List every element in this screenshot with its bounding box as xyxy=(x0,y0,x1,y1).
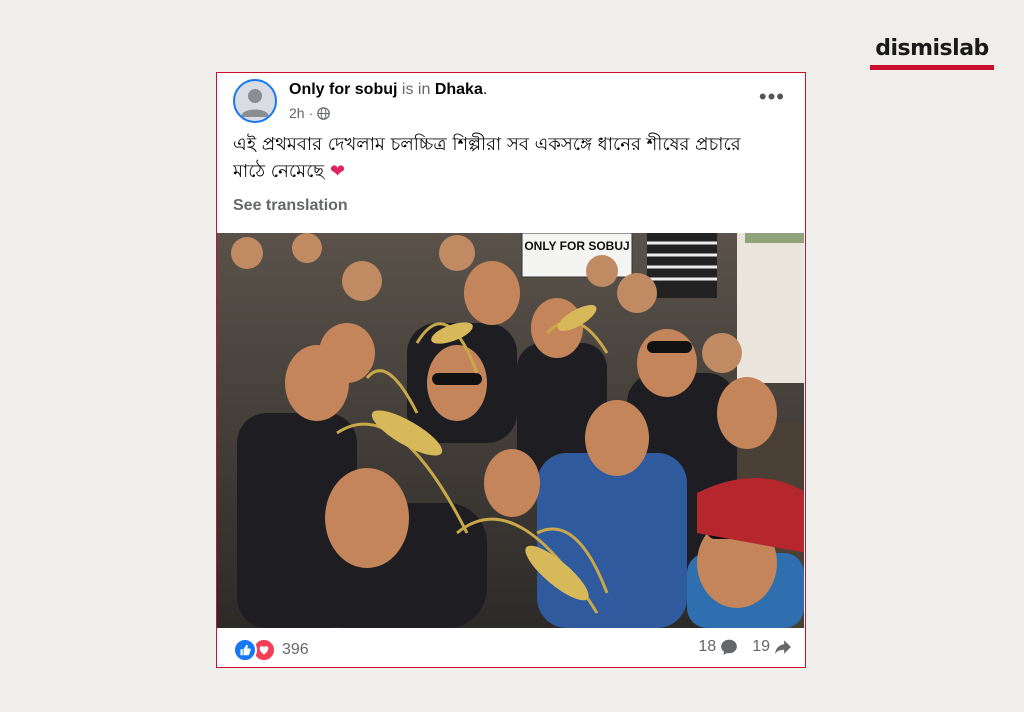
see-translation-link[interactable]: See translation xyxy=(233,197,348,215)
user-silhouette-icon xyxy=(241,89,269,117)
connector-text: is in xyxy=(401,81,431,98)
avatar[interactable] xyxy=(233,79,277,123)
sign-text: ONLY FOR SOBUJ xyxy=(524,239,629,253)
post-header: Only for sobuj is in Dhaka. xyxy=(289,81,488,98)
post-text: এই প্রথমবার দেখলাম চলচ্চিত্র শিল্পীরা সব… xyxy=(233,131,783,185)
comments-stat[interactable]: 18 xyxy=(698,638,738,656)
shares-count: 19 xyxy=(752,638,770,655)
facebook-post: Only for sobuj is in Dhaka. 2h · ••• এই … xyxy=(216,72,806,668)
brand-logo: dismislab xyxy=(870,36,994,70)
post-time[interactable]: 2h xyxy=(289,105,305,121)
meta-separator: · xyxy=(308,105,314,121)
heart-emoji-icon: ❤ xyxy=(329,161,346,182)
post-text-line1: এই প্রথমবার দেখলাম চলচ্চিত্র শিল্পীরা সব… xyxy=(233,134,741,155)
reactions-count: 396 xyxy=(282,641,309,658)
comment-icon xyxy=(721,639,738,655)
post-photo[interactable]: ONLY FOR SOBUJ xyxy=(217,233,804,628)
post-stats: 18 19 xyxy=(698,638,792,656)
more-options-button[interactable]: ••• xyxy=(759,86,785,108)
shares-stat[interactable]: 19 xyxy=(752,638,792,656)
post-text-line2: মাঠে নেমেছে xyxy=(233,161,325,182)
post-footer: 396 18 19 xyxy=(217,628,804,668)
comments-count: 18 xyxy=(698,638,717,655)
reactions-summary[interactable]: 396 xyxy=(233,638,309,662)
like-reaction-icon xyxy=(233,638,257,662)
globe-icon xyxy=(317,106,331,120)
share-icon xyxy=(775,640,791,655)
brand-name: dismislab xyxy=(875,36,989,61)
author-name[interactable]: Only for sobuj xyxy=(289,81,397,98)
location-link[interactable]: Dhaka xyxy=(435,81,483,98)
post-meta: 2h · xyxy=(289,105,331,121)
brand-underline xyxy=(870,65,994,70)
group-selfie-photo: ONLY FOR SOBUJ xyxy=(217,233,804,628)
